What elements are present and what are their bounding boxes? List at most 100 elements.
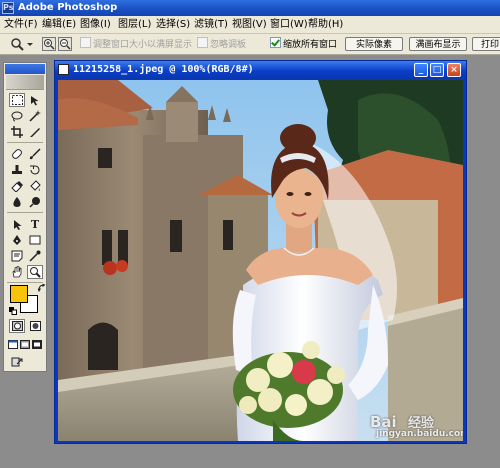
fit-screen-button[interactable]: 满画布显示 xyxy=(409,37,467,51)
paint-bucket-icon xyxy=(30,180,41,191)
dodge-icon xyxy=(29,197,40,208)
gradient-tool[interactable] xyxy=(27,179,43,193)
type-icon: T xyxy=(30,217,40,231)
crop-tool[interactable] xyxy=(9,125,25,139)
screen-mode-standard-icon xyxy=(8,339,18,349)
zoom-in-icon[interactable] xyxy=(42,37,56,51)
document-title-bar[interactable]: 11215258_1.jpeg @ 100%(RGB/8#) _ □ × xyxy=(55,61,466,79)
resize-windows-label: 调整窗口大小以满屏显示 xyxy=(93,40,193,50)
palette-divider xyxy=(7,142,43,143)
tool-palette: T xyxy=(3,62,47,372)
type-tool[interactable]: T xyxy=(27,217,43,231)
screen-mode-full-menu-icon xyxy=(20,339,30,349)
eyedropper-tool[interactable] xyxy=(27,249,43,263)
jump-to-imageready-button[interactable] xyxy=(9,355,25,369)
menu-bar: 文件(F) 编辑(E) 图像(I) 图层(L) 选择(S) 滤镜(T) 视图(V… xyxy=(0,16,500,34)
hand-tool[interactable] xyxy=(9,265,25,279)
menu-edit[interactable]: 编辑(E) xyxy=(40,16,78,33)
magic-wand-icon xyxy=(29,110,41,122)
slice-tool[interactable] xyxy=(27,125,43,139)
preset-dropdown-icon[interactable] xyxy=(26,37,34,51)
pen-icon xyxy=(13,235,21,245)
app-title-bar: Ps Adobe Photoshop xyxy=(0,0,500,16)
resize-windows-checkbox[interactable] xyxy=(80,37,91,48)
screen-mode-full-button[interactable] xyxy=(31,337,43,351)
resize-windows-option[interactable]: 调整窗口大小以满屏显示 xyxy=(80,37,192,51)
dodge-tool[interactable] xyxy=(27,195,43,209)
palette-logo[interactable] xyxy=(6,75,44,90)
menu-filter[interactable]: 滤镜(T) xyxy=(192,16,230,33)
menu-file[interactable]: 文件(F) xyxy=(2,16,40,33)
menu-window[interactable]: 窗口(W) xyxy=(268,16,310,33)
healing-brush-icon xyxy=(12,149,22,159)
clone-stamp-icon xyxy=(12,165,22,174)
foreground-color-swatch[interactable] xyxy=(10,285,28,303)
maximize-button[interactable]: □ xyxy=(430,63,444,77)
minimize-button[interactable]: _ xyxy=(414,63,428,77)
notes-tool[interactable] xyxy=(9,249,25,263)
zoom-tool-preset-icon[interactable] xyxy=(10,37,24,51)
ignore-palettes-checkbox[interactable] xyxy=(197,37,208,48)
lasso-tool[interactable] xyxy=(9,109,25,123)
clone-stamp-tool[interactable] xyxy=(9,163,25,177)
notes-icon xyxy=(11,250,23,262)
eraser-tool[interactable] xyxy=(9,179,25,193)
crop-icon xyxy=(11,126,23,138)
standard-mode-button[interactable] xyxy=(9,319,25,333)
actual-pixels-button[interactable]: 实际像素 xyxy=(345,37,403,51)
standard-mode-icon xyxy=(11,321,23,331)
photoshop-logo-icon: Ps xyxy=(2,2,14,14)
history-brush-tool[interactable] xyxy=(27,163,43,177)
marquee-tool[interactable] xyxy=(9,93,25,107)
ignore-palettes-option[interactable]: 忽略调板 xyxy=(197,37,246,51)
imageready-icon xyxy=(11,357,23,367)
menu-select[interactable]: 选择(S) xyxy=(154,16,192,33)
pen-tool[interactable] xyxy=(9,233,25,247)
zoom-all-windows-label: 缩放所有窗口 xyxy=(283,40,338,50)
palette-divider xyxy=(7,212,43,213)
menu-help[interactable]: 帮助(H) xyxy=(306,16,345,33)
eraser-icon xyxy=(11,181,23,192)
zoom-all-windows-checkbox[interactable] xyxy=(270,37,281,48)
eyedropper-icon xyxy=(29,250,41,262)
screen-mode-standard-button[interactable] xyxy=(7,337,19,351)
document-title: 11215258_1.jpeg @ 100%(RGB/8#) xyxy=(73,64,254,75)
blur-tool[interactable] xyxy=(9,195,25,209)
shape-tool[interactable] xyxy=(27,233,43,247)
bride-castle-photo xyxy=(58,80,463,441)
ignore-palettes-label: 忽略调板 xyxy=(210,40,247,50)
document-icon xyxy=(58,64,69,75)
screen-mode-full-icon xyxy=(32,339,42,349)
path-select-tool[interactable] xyxy=(9,217,25,231)
healing-brush-tool[interactable] xyxy=(9,147,25,161)
close-button[interactable]: × xyxy=(447,63,461,77)
magic-wand-tool[interactable] xyxy=(27,109,43,123)
watermark-url: jingyan.baidu.com xyxy=(376,429,463,439)
menu-image[interactable]: 图像(I) xyxy=(78,16,113,33)
app-title: Adobe Photoshop xyxy=(18,2,118,13)
canvas-image[interactable]: Bai 经验 jingyan.baidu.com xyxy=(58,80,463,441)
options-bar: 调整窗口大小以满屏显示 忽略调板 缩放所有窗口 实际像素 满画布显示 打印 xyxy=(0,34,500,55)
zoom-all-windows-option[interactable]: 缩放所有窗口 xyxy=(270,37,337,51)
quick-mask-button[interactable] xyxy=(27,319,43,333)
zoom-out-icon[interactable] xyxy=(58,37,72,51)
menu-view[interactable]: 视图(V) xyxy=(230,16,269,33)
screen-mode-full-menu-button[interactable] xyxy=(19,337,31,351)
hand-icon xyxy=(12,266,22,278)
blur-icon xyxy=(13,197,21,207)
tool-palette-header[interactable] xyxy=(5,64,45,74)
swap-colors-icon[interactable] xyxy=(38,284,46,292)
default-colors-icon[interactable] xyxy=(9,307,17,315)
path-select-icon xyxy=(13,219,21,230)
brush-tool[interactable] xyxy=(27,147,43,161)
menu-layer[interactable]: 图层(L) xyxy=(116,16,153,33)
marquee-icon xyxy=(11,95,23,105)
zoom-tool[interactable] xyxy=(27,265,43,279)
history-brush-icon xyxy=(30,165,40,175)
move-tool[interactable] xyxy=(27,93,43,107)
move-icon xyxy=(30,95,38,105)
lasso-icon xyxy=(11,111,23,121)
rectangle-shape-icon xyxy=(29,235,41,245)
print-size-button[interactable]: 打印 xyxy=(472,37,500,51)
brush-icon xyxy=(29,148,41,160)
